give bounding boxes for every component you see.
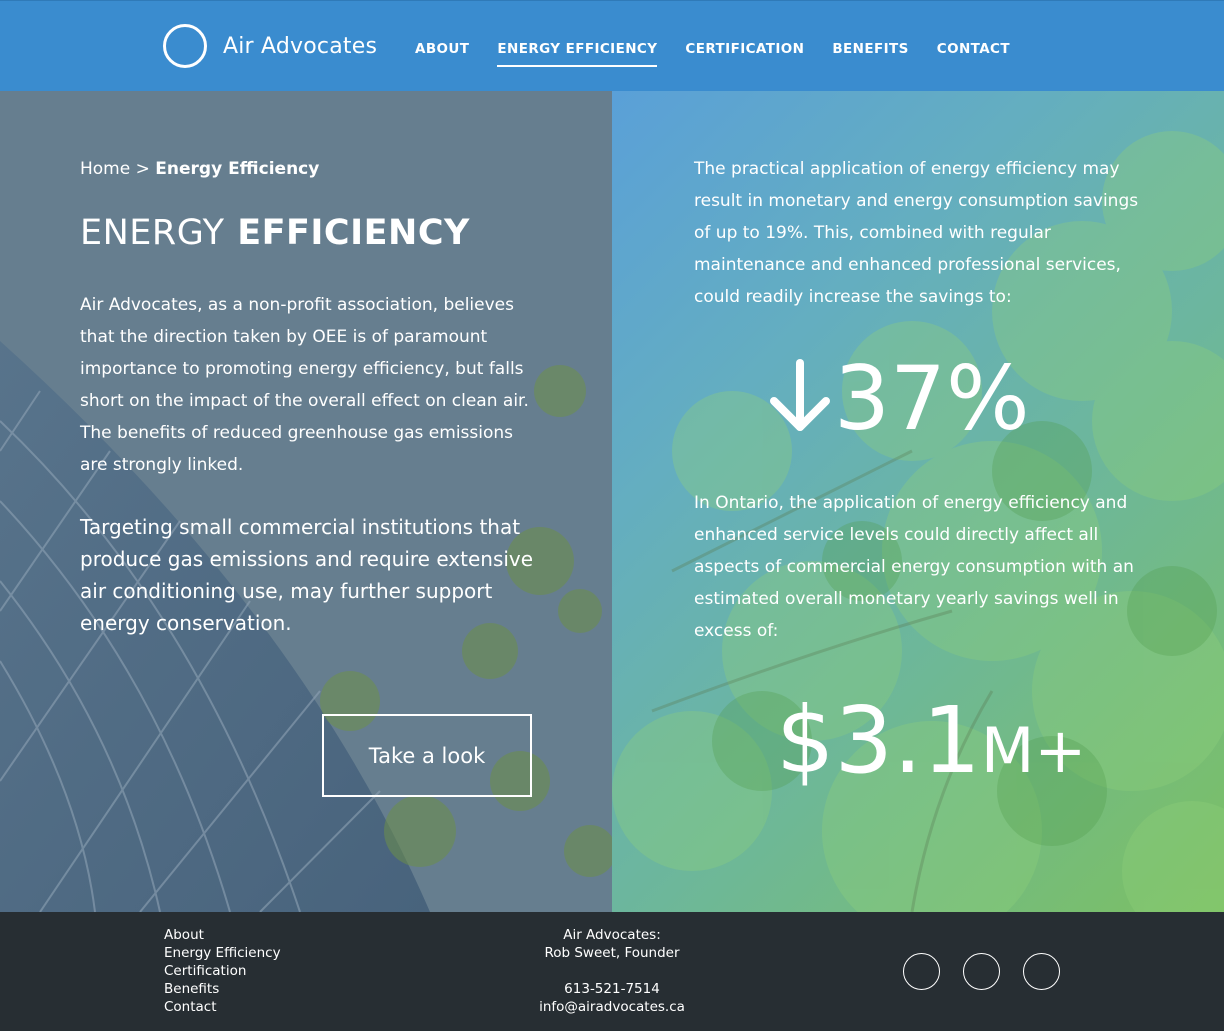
hero-section: Home > Energy Efficiency ENERGY EFFICIEN… <box>0 91 1224 912</box>
site-footer: About Energy Efficiency Certification Be… <box>0 912 1224 1031</box>
breadcrumb-separator: > <box>135 159 150 179</box>
footer-spacer <box>512 962 712 980</box>
nav-about[interactable]: ABOUT <box>415 41 469 67</box>
footer-person: Rob Sweet, Founder <box>544 945 680 961</box>
footer-phone-link[interactable]: 613-521-7514 <box>512 980 712 998</box>
savings-paragraph: The practical application of energy effi… <box>694 159 1139 307</box>
social-icon[interactable] <box>1023 953 1060 990</box>
breadcrumb: Home > Energy Efficiency <box>80 159 319 179</box>
main-nav: ABOUT ENERGY EFFICIENCY CERTIFICATION BE… <box>415 41 1038 67</box>
social-links <box>903 953 1083 990</box>
footer-link-benefits[interactable]: Benefits <box>164 980 281 998</box>
footer-org: Air Advocates: <box>563 927 661 943</box>
social-icon[interactable] <box>963 953 1000 990</box>
footer-contact: Air Advocates: Rob Sweet, Founder 613-52… <box>512 926 712 1016</box>
monetary-stat-suffix: M+ <box>980 714 1087 787</box>
breadcrumb-home-link[interactable]: Home <box>80 159 130 179</box>
social-icon[interactable] <box>903 953 940 990</box>
logo-ring-icon <box>163 24 207 68</box>
nav-contact[interactable]: CONTACT <box>937 41 1010 67</box>
monetary-stat-value: $3.1 <box>776 687 981 794</box>
footer-link-energy-efficiency[interactable]: Energy Efficiency <box>164 944 281 962</box>
footer-email-link[interactable]: info@airadvocates.ca <box>512 998 712 1016</box>
monetary-stat: $3.1M+ <box>776 686 1086 806</box>
nav-energy-efficiency[interactable]: ENERGY EFFICIENCY <box>497 41 658 67</box>
nav-certification[interactable]: CERTIFICATION <box>685 41 804 67</box>
logo[interactable]: Air Advocates <box>163 24 377 68</box>
nav-benefits[interactable]: BENEFITS <box>832 41 908 67</box>
emphasis-paragraph: Targeting small commercial institutions … <box>80 515 534 635</box>
intro-paragraph: Air Advocates, as a non-profit associati… <box>80 295 529 475</box>
footer-link-certification[interactable]: Certification <box>164 962 281 980</box>
arrow-down-icon <box>766 349 834 449</box>
page-title: ENERGY EFFICIENCY <box>80 213 470 253</box>
savings-stat: 37% <box>766 349 1030 449</box>
page-title-bold: EFFICIENCY <box>237 213 470 253</box>
page-title-light: ENERGY <box>80 213 225 253</box>
logo-text: Air Advocates <box>223 33 378 59</box>
footer-link-contact[interactable]: Contact <box>164 998 281 1016</box>
site-header: Air Advocates ABOUT ENERGY EFFICIENCY CE… <box>0 0 1224 91</box>
ontario-paragraph: In Ontario, the application of energy ef… <box>694 493 1134 641</box>
footer-link-about[interactable]: About <box>164 926 281 944</box>
take-a-look-button[interactable]: Take a look <box>322 714 532 797</box>
breadcrumb-current: Energy Efficiency <box>155 159 320 179</box>
savings-stat-value: 37% <box>834 347 1030 450</box>
footer-nav: About Energy Efficiency Certification Be… <box>164 926 281 1016</box>
